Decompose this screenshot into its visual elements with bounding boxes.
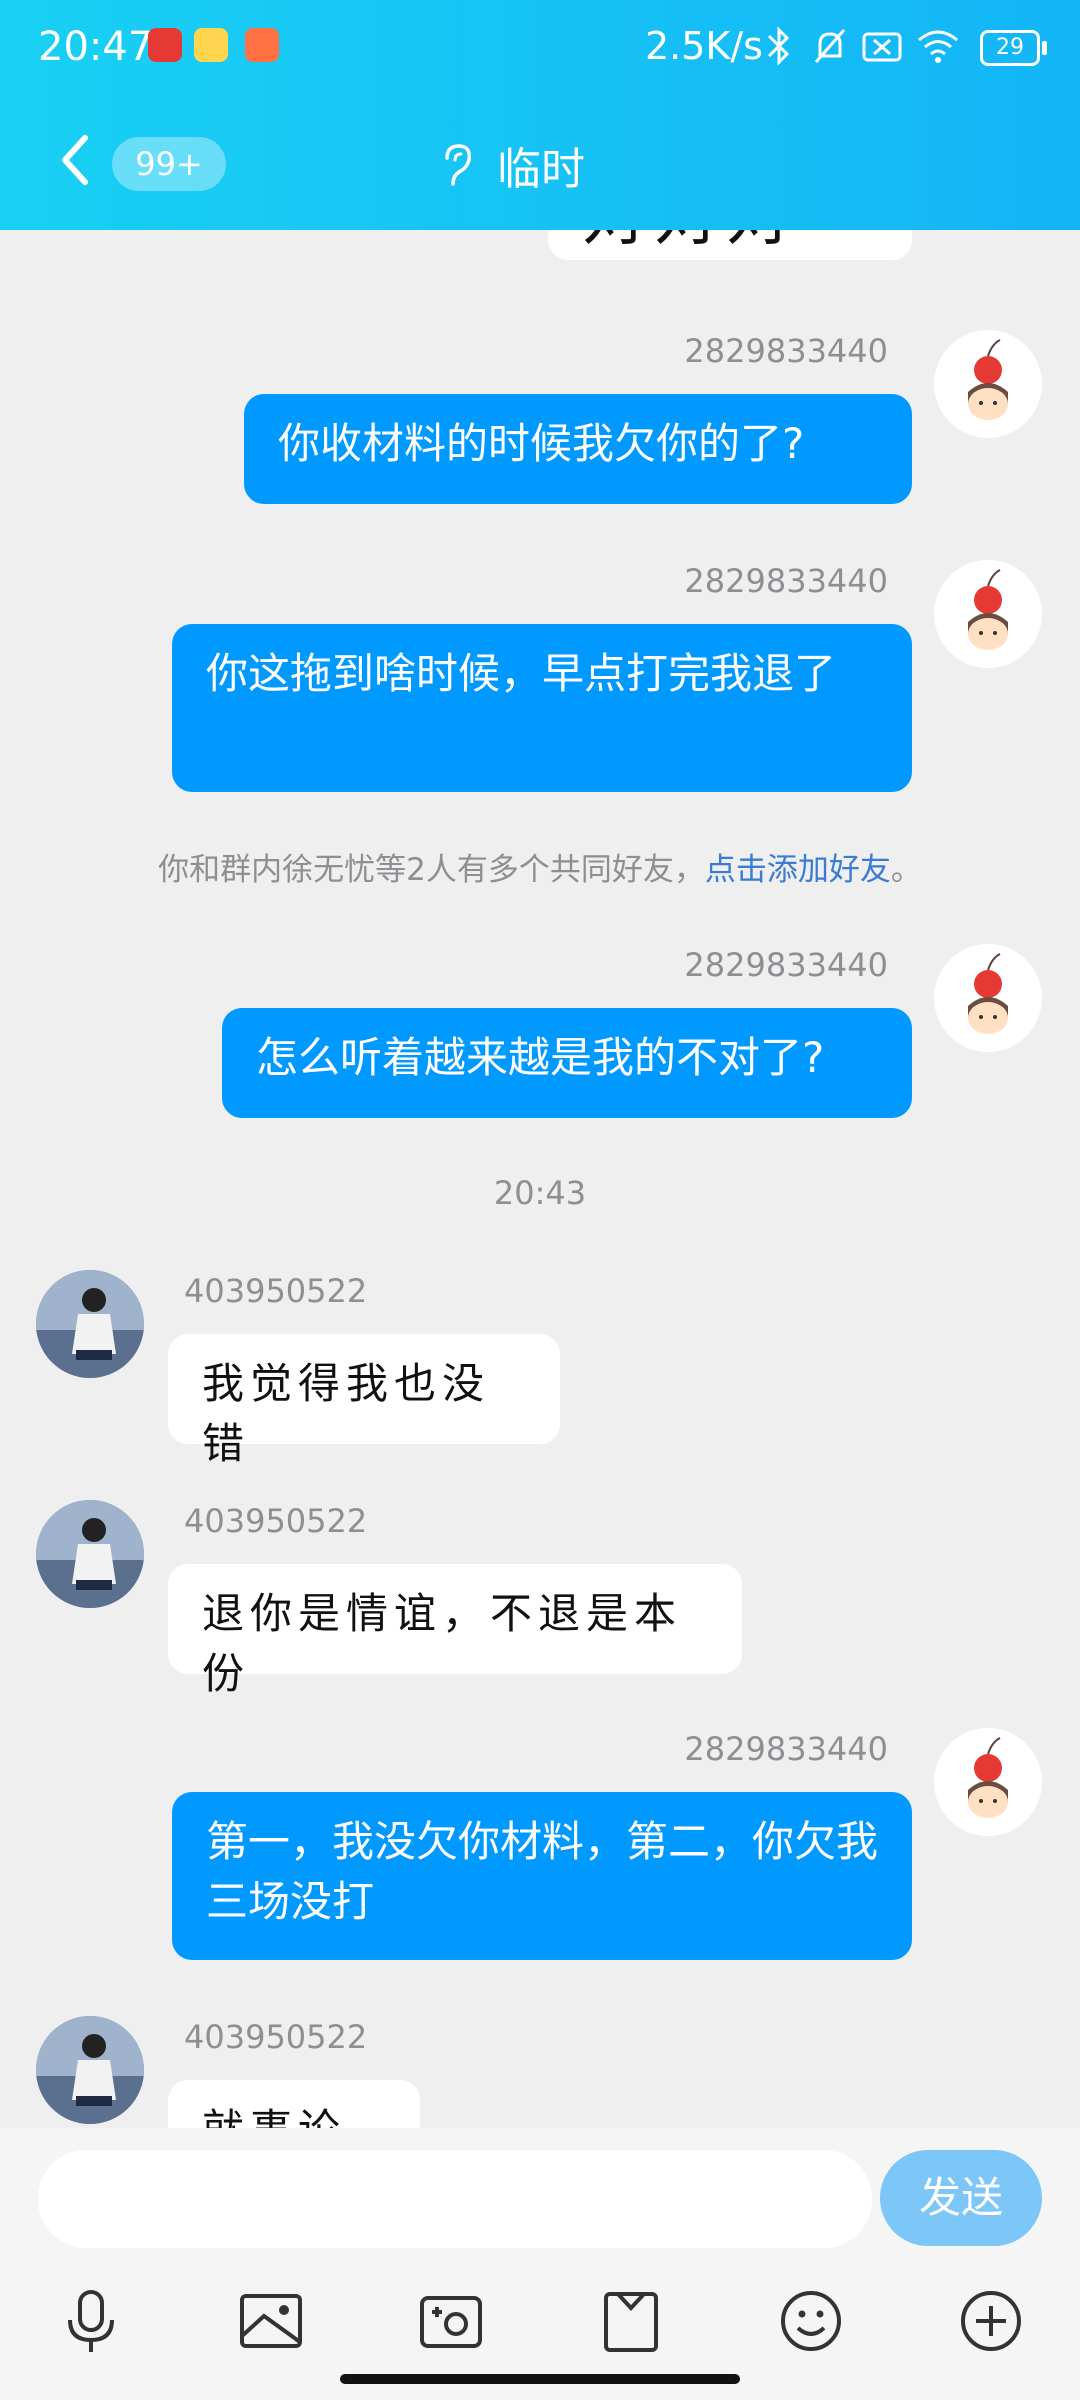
- message-bubble[interactable]: 退你是情谊，不退是本份: [168, 1564, 742, 1698]
- mute-bell-icon: [814, 29, 846, 63]
- system-notice-suffix: 。: [890, 852, 922, 888]
- cherry-boy-avatar-icon: [968, 339, 1008, 420]
- message-bubble[interactable]: 第一，我没欠你材料，第二，你欠我三场没打: [172, 1792, 912, 1960]
- cherry-boy-avatar-icon: [968, 569, 1008, 650]
- person-sitting-avatar-icon: [36, 1500, 144, 1608]
- cherry-boy-avatar-icon: [968, 953, 1008, 1034]
- add-friend-link[interactable]: 点击添加好友: [705, 852, 891, 888]
- sender-name: 403950522: [184, 1272, 368, 1310]
- message-text: 退你是情谊，不退是本份: [202, 1589, 683, 1698]
- message-text: 怎么听着越来越是我的不对了?: [256, 1033, 825, 1082]
- emoji-icon[interactable]: [776, 2286, 846, 2356]
- status-bar: 20:47 2.5K/s 29: [0, 18, 1080, 78]
- chat-title: 临时: [497, 144, 585, 195]
- notification-app-icon: [194, 28, 228, 62]
- sender-name: 2829833440: [684, 562, 888, 600]
- message-text: 对对对: [582, 230, 798, 255]
- back-arrow-icon[interactable]: [55, 130, 95, 190]
- file-icon[interactable]: [596, 2286, 666, 2356]
- system-notice: 你和群内徐无忧等2人有多个共同好友，点击添加好友。: [0, 844, 1080, 889]
- battery-indicator: 29: [980, 30, 1047, 66]
- person-sitting-avatar-icon: [36, 1270, 144, 1378]
- send-button[interactable]: 发送: [880, 2150, 1042, 2246]
- message-text: 我觉得我也没错: [202, 1359, 491, 1468]
- home-indicator[interactable]: [340, 2374, 740, 2384]
- camera-icon[interactable]: [416, 2286, 486, 2356]
- avatar[interactable]: [934, 1728, 1042, 1836]
- avatar[interactable]: [36, 2016, 144, 2124]
- avatar[interactable]: [36, 1500, 144, 1608]
- wifi-icon: [918, 30, 958, 63]
- notification-app-icon: [245, 28, 279, 62]
- message-bubble[interactable]: 你这拖到啥时候，早点打完我退了: [172, 624, 912, 792]
- time-divider: 20:43: [493, 1174, 587, 1212]
- message-text: 就事论事: [202, 2105, 346, 2128]
- message-bubble[interactable]: 就事论事: [168, 2080, 420, 2128]
- ear-icon[interactable]: [437, 140, 477, 190]
- message-bubble[interactable]: 怎么听着越来越是我的不对了?: [222, 1008, 912, 1118]
- person-sitting-avatar-icon: [36, 2016, 144, 2124]
- sender-name: 2829833440: [684, 1730, 888, 1768]
- avatar[interactable]: [36, 1270, 144, 1378]
- avatar[interactable]: [934, 330, 1042, 438]
- message-text: 你这拖到啥时候，早点打完我退了: [206, 649, 837, 698]
- no-sim-icon: [862, 32, 902, 62]
- message-bubble[interactable]: 你收材料的时候我欠你的了?: [244, 394, 912, 504]
- avatar[interactable]: [934, 944, 1042, 1052]
- unread-count-badge[interactable]: 99+: [112, 137, 226, 191]
- image-icon[interactable]: [236, 2286, 306, 2356]
- input-bar: 发送: [0, 2128, 1080, 2400]
- sender-name: 2829833440: [684, 946, 888, 984]
- plus-icon[interactable]: [956, 2286, 1026, 2356]
- sender-name: 2829833440: [684, 332, 888, 370]
- sender-name: 403950522: [184, 1502, 368, 1540]
- message-input[interactable]: [38, 2150, 872, 2248]
- bluetooth-icon: [767, 26, 790, 66]
- message-bubble[interactable]: 我觉得我也没错: [168, 1334, 560, 1468]
- notification-app-icon: [148, 28, 182, 62]
- cherry-boy-avatar-icon: [968, 1737, 1008, 1818]
- message-list[interactable]: 对对对 2829833440 你收材料的时候我欠你的了? 2829833440 …: [0, 230, 1080, 2128]
- chat-header: 20:47 2.5K/s 29 99+ 临时: [0, 0, 1080, 230]
- network-speed: 2.5K/s: [645, 24, 763, 68]
- message-text: 第一，我没欠你材料，第二，你欠我三场没打: [206, 1817, 879, 1926]
- system-notice-text: 你和群内徐无忧等2人有多个共同好友，: [158, 852, 705, 888]
- status-time: 20:47: [38, 24, 154, 70]
- message-bubble-partial[interactable]: 对对对: [548, 230, 912, 260]
- message-text: 你收材料的时候我欠你的了?: [278, 419, 805, 468]
- sender-name: 403950522: [184, 2018, 368, 2056]
- mic-icon[interactable]: [56, 2286, 126, 2356]
- avatar[interactable]: [934, 560, 1042, 668]
